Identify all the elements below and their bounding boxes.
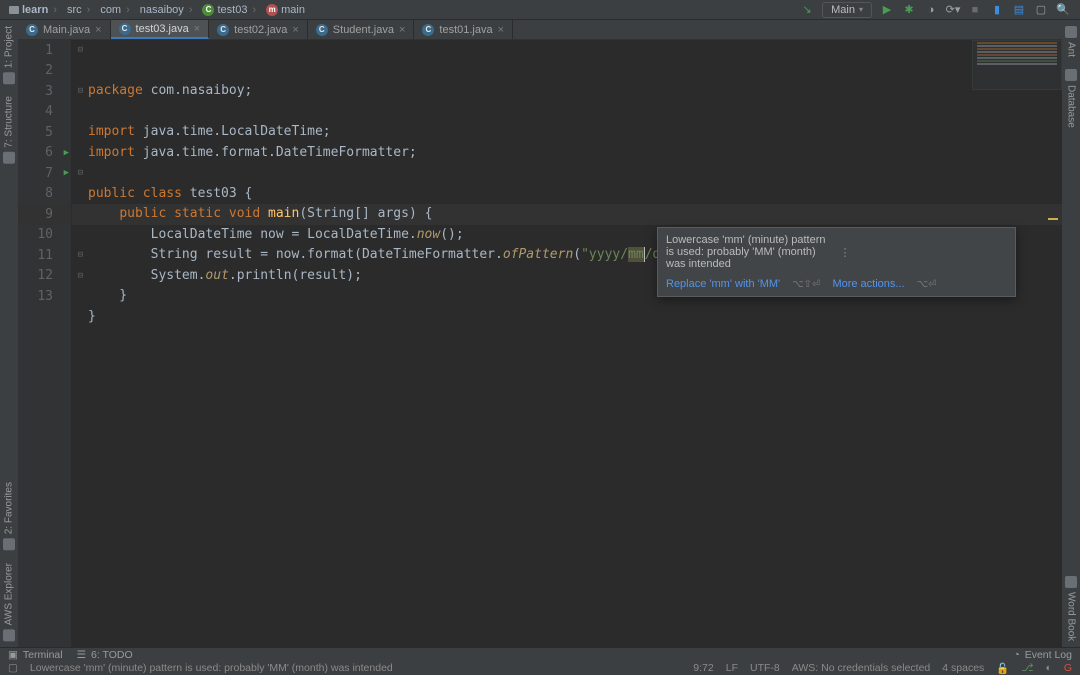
tool-favorites[interactable]: 2: Favorites bbox=[3, 476, 15, 556]
java-class-icon: C bbox=[119, 23, 131, 35]
run-config-select[interactable]: Main▾ bbox=[822, 2, 872, 18]
quick-fix-link[interactable]: Replace 'mm' with 'MM' bbox=[666, 278, 780, 290]
tool-project[interactable]: 1: Project bbox=[3, 20, 15, 90]
favorites-icon bbox=[3, 539, 15, 551]
java-class-icon: C bbox=[217, 24, 229, 36]
structure-icon bbox=[3, 152, 15, 164]
editor-area: 1⊟ 2 3⊟ 4 5 6▶ 7▶⊟ 8 9💡 10 11⊟ 12⊟ 13 pa… bbox=[18, 40, 1062, 647]
status-message: Lowercase 'mm' (minute) pattern is used:… bbox=[30, 662, 393, 674]
git-icon[interactable]: ⎇ bbox=[1021, 662, 1033, 674]
tool-structure[interactable]: 7: Structure bbox=[3, 90, 15, 170]
tool-event-log[interactable]: ◔Event Log bbox=[1013, 649, 1072, 661]
more-options-icon[interactable]: ⋮ bbox=[834, 246, 1008, 259]
crumb-method[interactable]: mmain bbox=[263, 4, 308, 16]
aws-explorer-icon bbox=[3, 629, 15, 641]
tool-ant[interactable]: Ant bbox=[1065, 20, 1077, 63]
profile-icon[interactable]: ⟳▾ bbox=[946, 3, 960, 17]
more-actions-link[interactable]: More actions... bbox=[832, 278, 904, 290]
java-class-icon: C bbox=[422, 24, 434, 36]
status-bar: ▢ Lowercase 'mm' (minute) pattern is use… bbox=[0, 661, 1080, 675]
terminal-icon: ▣ bbox=[8, 649, 18, 661]
hint-message: Lowercase 'mm' (minute) pattern is used:… bbox=[666, 234, 834, 270]
editor-tabs: CMain.java× Ctest03.java× Ctest02.java× … bbox=[0, 20, 1080, 40]
todo-icon: ☰ bbox=[77, 649, 86, 661]
vcs-icon[interactable]: ▮ bbox=[990, 3, 1004, 17]
shortcut-label: ⌥⏎ bbox=[917, 279, 937, 290]
crumb-learn[interactable]: learn› bbox=[6, 4, 62, 16]
left-tool-strip: 1: Project 7: Structure 2: Favorites AWS… bbox=[0, 20, 18, 647]
folder-icon bbox=[9, 6, 19, 14]
database-icon bbox=[1065, 69, 1077, 81]
close-icon[interactable]: × bbox=[95, 24, 101, 36]
java-class-icon: C bbox=[26, 24, 38, 36]
line-separator[interactable]: LF bbox=[726, 662, 738, 674]
tool-database[interactable]: Database bbox=[1065, 63, 1077, 134]
tab-test02[interactable]: Ctest02.java× bbox=[209, 20, 308, 39]
tab-main[interactable]: CMain.java× bbox=[18, 20, 111, 39]
aws-status[interactable]: AWS: No credentials selected bbox=[792, 662, 931, 674]
run-line-icon[interactable]: ▶ bbox=[64, 148, 69, 158]
crumb-com[interactable]: com› bbox=[97, 4, 134, 16]
tool-word-book[interactable]: Word Book bbox=[1065, 570, 1077, 647]
tool-window-toggle-icon[interactable]: ▢ bbox=[8, 662, 18, 674]
tool-terminal[interactable]: ▣Terminal bbox=[8, 649, 63, 661]
tab-student[interactable]: CStudent.java× bbox=[308, 20, 415, 39]
navigation-bar: learn› src› com› nasaiboy› Ctest03› mmai… bbox=[0, 0, 1080, 20]
shortcut-label: ⌥⇧⏎ bbox=[792, 279, 820, 290]
crumb-nasaiboy[interactable]: nasaiboy› bbox=[137, 4, 198, 16]
readonly-toggle-icon[interactable]: 🔓 bbox=[996, 662, 1009, 675]
build-icon[interactable]: ↘ bbox=[800, 3, 814, 17]
word-book-icon bbox=[1065, 576, 1077, 588]
code-editor[interactable]: package com.nasaiboy; import java.time.L… bbox=[72, 40, 1062, 647]
tab-test01[interactable]: Ctest01.java× bbox=[414, 20, 513, 39]
close-icon[interactable]: × bbox=[399, 24, 405, 36]
stop-icon[interactable]: ■ bbox=[968, 3, 982, 17]
right-tool-strip: Ant Database Word Book bbox=[1062, 20, 1080, 647]
project-icon bbox=[3, 72, 15, 84]
layout-icon[interactable]: ▢ bbox=[1034, 3, 1048, 17]
caret-position[interactable]: 9:72 bbox=[693, 662, 713, 674]
tab-test03[interactable]: Ctest03.java× bbox=[111, 20, 210, 39]
java-class-icon: C bbox=[316, 24, 328, 36]
close-icon[interactable]: × bbox=[498, 24, 504, 36]
run-icon[interactable]: ▶ bbox=[880, 3, 894, 17]
breadcrumb[interactable]: learn› src› com› nasaiboy› Ctest03› mmai… bbox=[6, 4, 800, 16]
bottom-tool-bar: ▣Terminal ☰6: TODO ◔Event Log bbox=[0, 647, 1080, 661]
debug-icon[interactable]: ✱ bbox=[902, 3, 916, 17]
event-log-icon: ◔ bbox=[1013, 649, 1019, 661]
coverage-icon[interactable]: ◑ bbox=[924, 3, 938, 17]
memory-indicator-icon[interactable]: ◐ bbox=[1045, 662, 1051, 674]
tool-todo[interactable]: ☰6: TODO bbox=[77, 649, 133, 661]
ant-icon bbox=[1065, 26, 1077, 38]
toolbar-right: ↘ Main▾ ▶ ✱ ◑ ⟳▾ ■ ▮ ▤ ▢ 🔍 bbox=[800, 2, 1074, 18]
search-everywhere-icon[interactable]: 🔍 bbox=[1056, 3, 1070, 17]
close-icon[interactable]: × bbox=[194, 23, 200, 35]
close-icon[interactable]: × bbox=[292, 24, 298, 36]
tool-aws-explorer[interactable]: AWS Explorer bbox=[3, 557, 15, 647]
crumb-class[interactable]: Ctest03› bbox=[199, 4, 261, 16]
aws-icon[interactable]: ▤ bbox=[1012, 3, 1026, 17]
gutter[interactable]: 1⊟ 2 3⊟ 4 5 6▶ 7▶⊟ 8 9💡 10 11⊟ 12⊟ 13 bbox=[18, 40, 72, 647]
method-icon: m bbox=[266, 4, 278, 16]
inspection-hint-popup: Lowercase 'mm' (minute) pattern is used:… bbox=[657, 227, 1016, 297]
file-encoding[interactable]: UTF-8 bbox=[750, 662, 780, 674]
indent-info[interactable]: 4 spaces bbox=[942, 662, 984, 674]
google-icon[interactable]: G bbox=[1064, 662, 1072, 674]
crumb-src[interactable]: src› bbox=[64, 4, 95, 16]
class-icon: C bbox=[202, 4, 214, 16]
run-line-icon[interactable]: ▶ bbox=[64, 168, 69, 178]
